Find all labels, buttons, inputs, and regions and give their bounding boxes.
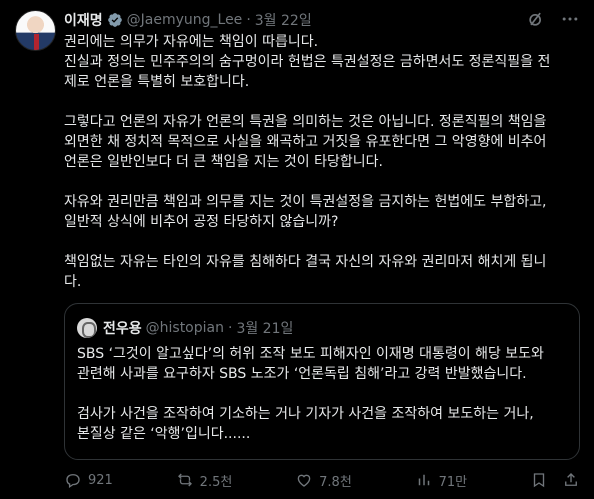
bookmark-icon[interactable] [530, 471, 548, 489]
text-line: 진실과 정의는 민주주의의 숨구멍이라 헌법은 특권설정은 금하면서도 정론직필… [64, 54, 551, 70]
repost-button[interactable]: 2.5천 [176, 471, 233, 490]
tweet-date[interactable]: 3월 22일 [255, 10, 312, 30]
text-line: 본질상 같은 ‘악행’입니다...... [77, 426, 251, 442]
quote-avatar [77, 318, 97, 338]
grok-icon[interactable] [526, 9, 546, 29]
tweet-text: 권리에는 의무가 자유에는 책임이 따릅니다. 진실과 정의는 민주주의의 숨구… [64, 32, 580, 312]
paragraph: 권리에는 의무가 자유에는 책임이 따릅니다. 진실과 정의는 민주주의의 숨구… [64, 32, 580, 92]
repost-icon [177, 473, 192, 487]
text-line: 자유와 권리만큼 책임과 의무를 지는 것이 특권설정을 금지하는 헌법에도 부… [64, 194, 547, 210]
views-count: 71만 [438, 474, 468, 490]
like-count: 7.8천 [319, 474, 352, 490]
verified-badge-icon [107, 13, 122, 27]
text-line: 다. [64, 274, 82, 290]
tweet[interactable]: 이재명 @Jaemyung_Lee · 3월 22일 권리에는 의무가 자유에는… [0, 0, 594, 499]
text-line: 책임없는 자유는 타인의 자유를 침해하다 결국 자신의 자유와 권리마저 해치… [64, 254, 547, 270]
quote-header: 전우용 @histopian · 3월 21일 [77, 318, 293, 338]
quote-author-name: 전우용 [103, 321, 142, 337]
author-handle[interactable]: @Jaemyung_Lee [127, 12, 243, 28]
paragraph: 책임없는 자유는 타인의 자유를 침해하다 결국 자신의 자유와 권리마저 해치… [64, 252, 580, 292]
paragraph: 검사가 사건을 조작하여 기소하는 거나 기자가 사건을 조작하여 보도하는 거… [77, 404, 571, 444]
top-icons [526, 9, 580, 29]
separator-dot: · [246, 12, 251, 28]
like-icon [297, 474, 311, 487]
text-line: 관련해 사과를 요구하자 SBS 노조가 ‘언론독립 침해’라고 강력 반발했습… [77, 366, 527, 382]
text-line: 외면한 채 정치적 목적으로 사실을 왜곡하고 거짓을 유포한다면 그 악영향에… [64, 134, 547, 150]
quote-author-handle: @histopian [145, 320, 224, 336]
text-line: 언론은 일반인보다 더 큰 책임을 지는 것이 타당합니다. [64, 154, 383, 170]
tweet-header: 이재명 @Jaemyung_Lee · 3월 22일 [64, 9, 312, 31]
right-actions [530, 471, 580, 489]
text-line: 그렇다고 언론의 자유가 언론의 특권을 의미하는 것은 아닙니다. 정론직필의… [64, 114, 547, 130]
author-avatar[interactable] [15, 10, 56, 51]
paragraph: 자유와 권리만큼 책임과 의무를 지는 것이 특권설정을 금지하는 헌법에도 부… [64, 192, 580, 232]
reply-button[interactable]: 921 [64, 471, 113, 489]
action-bar: 921 2.5천 7.8천 71만 [64, 470, 580, 490]
author-name[interactable]: 이재명 [64, 10, 103, 30]
like-button[interactable]: 7.8천 [295, 471, 352, 490]
more-icon[interactable] [560, 9, 580, 29]
reply-count: 921 [88, 472, 113, 488]
paragraph: 그렇다고 언론의 자유가 언론의 특권을 의미하는 것은 아닙니다. 정론직필의… [64, 112, 580, 172]
quote-text: SBS ‘그것이 알고싶다’의 허위 조작 보도 피해자인 이재명 대통령이 해… [77, 344, 571, 464]
reply-icon [66, 474, 80, 489]
repost-count: 2.5천 [199, 474, 233, 490]
paragraph: SBS ‘그것이 알고싶다’의 허위 조작 보도 피해자인 이재명 대통령이 해… [77, 344, 571, 384]
text-line: 일반적 상식에 비추어 공정 타당하지 않습니까? [64, 214, 339, 230]
quote-date: 3월 21일 [236, 321, 294, 337]
share-icon[interactable] [562, 471, 580, 489]
quoted-tweet[interactable]: 전우용 @histopian · 3월 21일 SBS ‘그것이 알고싶다’의 … [64, 303, 580, 460]
text-line: 제로 언론을 특별히 보호합니다. [64, 74, 250, 90]
text-line: 검사가 사건을 조작하여 기소하는 거나 기자가 사건을 조작하여 보도하는 거… [77, 406, 534, 422]
separator-dot: · [227, 320, 233, 336]
text-line: 권리에는 의무가 자유에는 책임이 따릅니다. [64, 34, 319, 50]
views-button[interactable]: 71만 [415, 471, 468, 490]
views-icon [418, 474, 429, 486]
text-line: SBS ‘그것이 알고싶다’의 허위 조작 보도 피해자인 이재명 대통령이 해… [77, 346, 544, 362]
